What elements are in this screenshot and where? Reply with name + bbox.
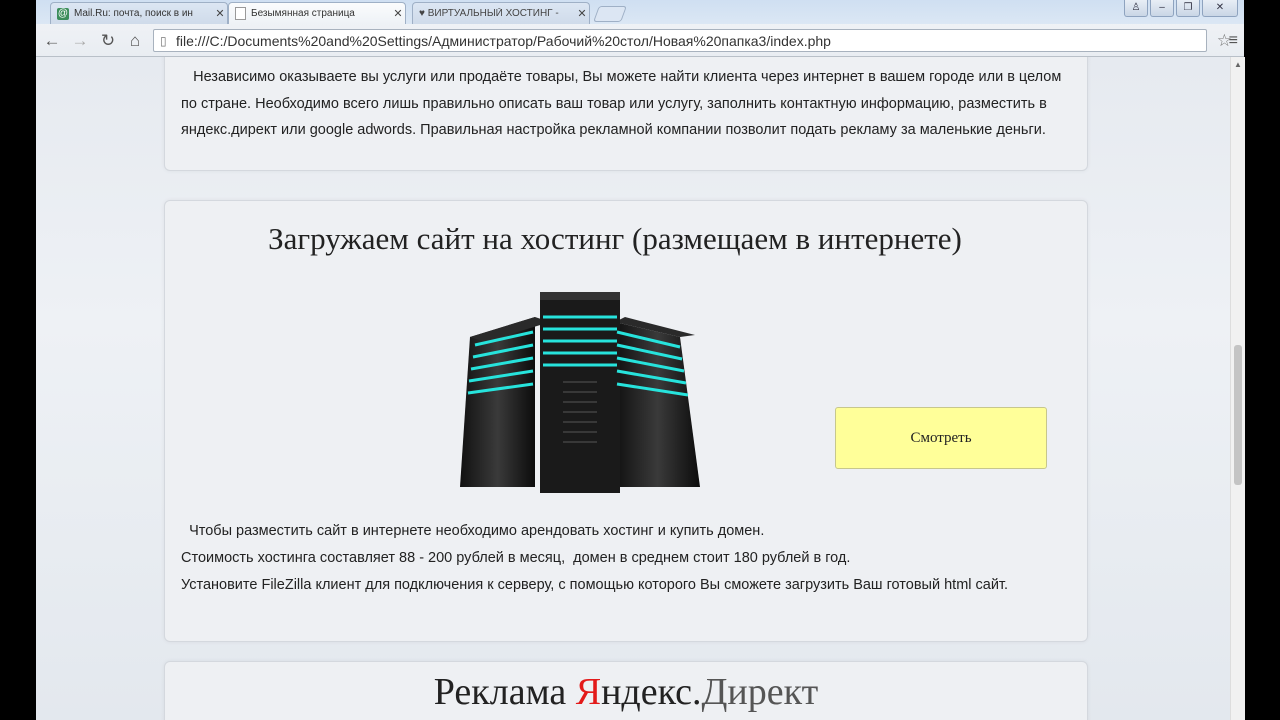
left-letterbox [0, 0, 36, 720]
close-tab-icon[interactable]: ✕ [213, 7, 227, 20]
tab-untitled[interactable]: Безымянная страница ✕ [228, 2, 406, 24]
user-icon[interactable]: ♙ [1124, 0, 1148, 17]
title-part: Директ [701, 671, 819, 713]
tab-label: ♥ ВИРТУАЛЬНЫЙ ХОСТИНГ - [419, 8, 559, 19]
scroll-thumb[interactable] [1234, 345, 1242, 485]
toolbar: ← → ↻ ⌂ ▯ file:///C:/Documents%20and%20S… [36, 26, 1244, 56]
info-line: Установите FileZilla клиент для подключе… [181, 577, 1008, 593]
right-letterbox [1244, 0, 1280, 720]
hosting-info: Чтобы разместить сайт в интернете необхо… [181, 518, 1071, 599]
view-button[interactable]: Смотреть [835, 407, 1047, 469]
home-icon[interactable]: ⌂ [124, 30, 146, 52]
tab-label: Mail.Ru: почта, поиск в ин [74, 8, 193, 19]
url-text: file:///C:/Documents%20and%20Settings/Ад… [176, 33, 831, 49]
address-bar[interactable]: ▯ file:///C:/Documents%20and%20Settings/… [153, 29, 1232, 52]
mailru-icon: @ [57, 7, 69, 20]
browser-chrome: @ Mail.Ru: почта, поиск в ин ✕ Безымянна… [36, 0, 1244, 57]
reload-icon[interactable]: ↻ [97, 30, 119, 52]
tab-label: Безымянная страница [251, 8, 355, 19]
page-icon [235, 7, 246, 20]
tab-hosting[interactable]: ♥ ВИРТУАЛЬНЫЙ ХОСТИНГ - ✕ [412, 2, 590, 24]
info-line: Чтобы разместить сайт в интернете необхо… [181, 523, 765, 539]
intro-paragraph: Независимо оказываете вы услуги или прод… [181, 69, 1066, 138]
title-part: ндекс. [601, 671, 702, 713]
tab-mailru[interactable]: @ Mail.Ru: почта, поиск в ин ✕ [50, 2, 228, 24]
menu-icon[interactable]: ≡ [1229, 32, 1238, 50]
scrollbar[interactable]: ▲ [1230, 57, 1245, 720]
yandex-card: Реклама Яндекс.Директ [164, 661, 1088, 720]
window-controls: ♙ – ❐ ✕ [1124, 0, 1238, 17]
close-tab-icon[interactable]: ✕ [391, 7, 405, 20]
intro-card: Независимо оказываете вы услуги или прод… [164, 57, 1088, 171]
server-illustration [460, 292, 700, 493]
info-line: Стоимость хостинга составляет 88 - 200 р… [181, 550, 851, 566]
minimize-button[interactable]: – [1150, 0, 1174, 17]
forward-icon[interactable]: → [69, 30, 91, 52]
new-tab-button[interactable] [593, 6, 627, 22]
yandex-title: Реклама Яндекс.Директ [165, 670, 1087, 714]
yandex-letter: Я [575, 671, 602, 713]
page-viewport: Независимо оказываете вы услуги или прод… [36, 57, 1230, 720]
section-title: Загружаем сайт на хостинг (размещаем в и… [268, 221, 962, 256]
restore-button[interactable]: ❐ [1176, 0, 1200, 17]
scroll-up-arrow[interactable]: ▲ [1234, 60, 1242, 69]
tab-strip: @ Mail.Ru: почта, поиск в ин ✕ Безымянна… [36, 0, 1244, 24]
back-icon[interactable]: ← [41, 30, 63, 52]
close-window-button[interactable]: ✕ [1202, 0, 1238, 17]
close-tab-icon[interactable]: ✕ [575, 7, 589, 20]
hosting-card: Загружаем сайт на хостинг (размещаем в и… [164, 200, 1088, 642]
page-icon: ▯ [160, 34, 167, 48]
title-part: Реклама [433, 671, 576, 713]
